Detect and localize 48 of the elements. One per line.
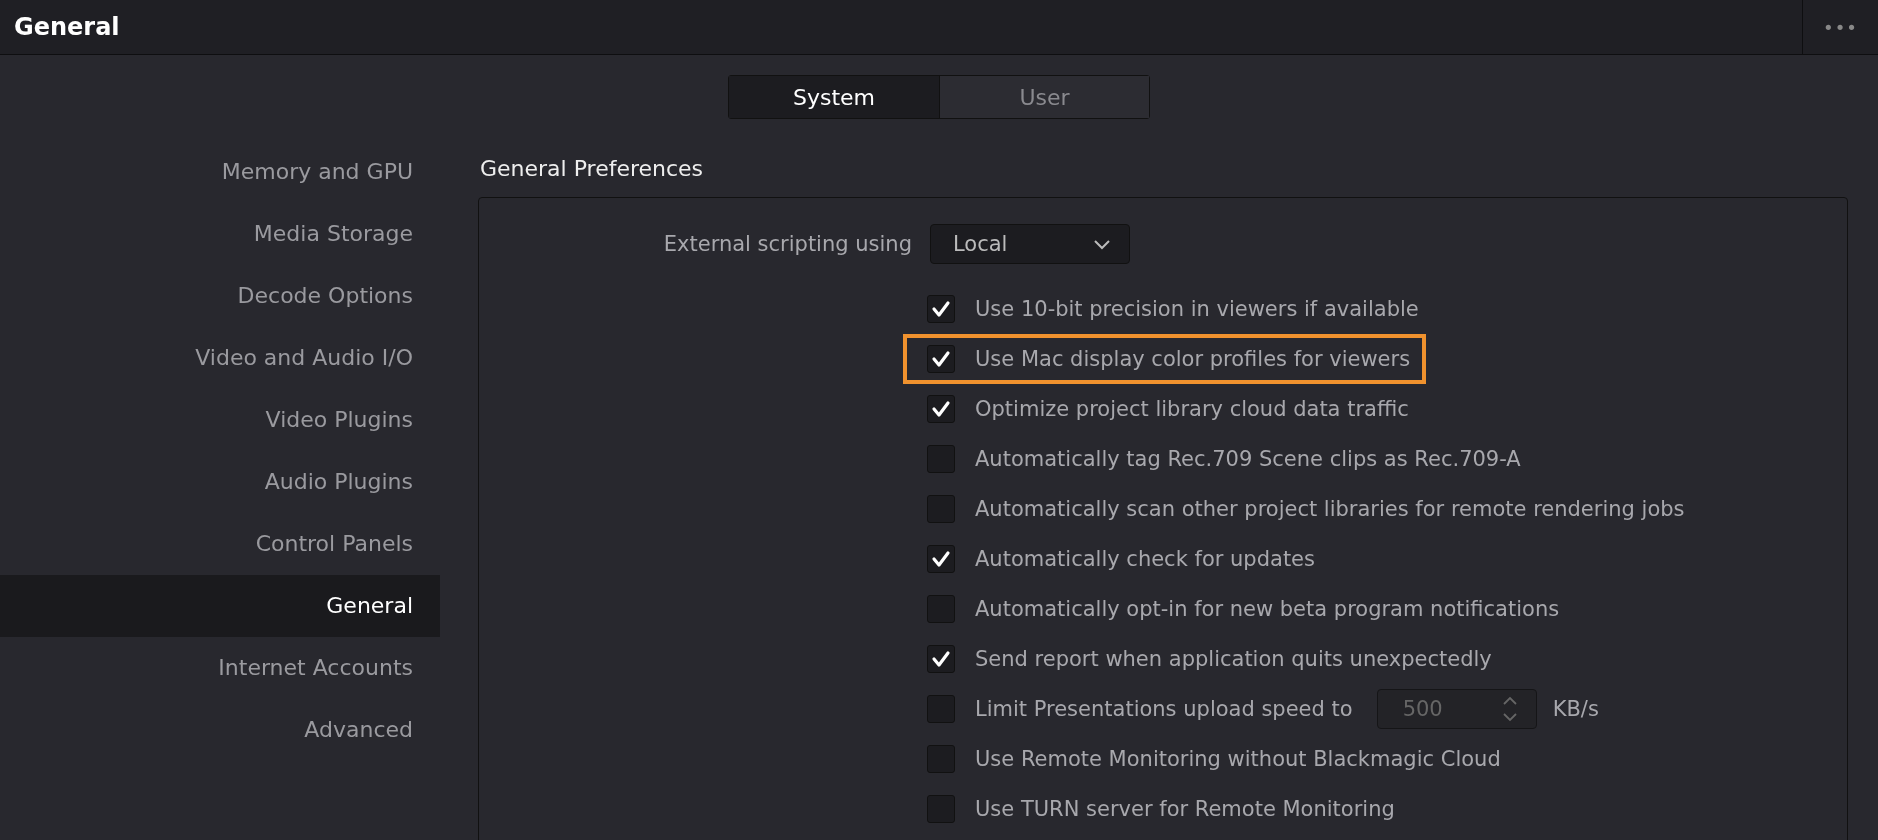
checkbox[interactable] [927,445,955,473]
tab[interactable]: User [939,76,1149,118]
sidebar-item[interactable]: Video and Audio I/O [0,327,440,389]
stepper-arrows-icon[interactable] [1501,696,1518,722]
number-field[interactable]: 500 [1376,689,1537,729]
checkmark-icon [931,300,951,318]
checkbox-label: Limit Presentations upload speed to [975,697,1353,721]
scripting-dropdown[interactable]: Local [930,224,1130,264]
checkbox[interactable] [927,695,955,723]
sidebar-item[interactable]: General [0,575,440,637]
checkbox-label: Automatically opt-in for new beta program notifications [975,597,1560,621]
checkbox[interactable] [927,395,955,423]
checkbox[interactable] [927,495,955,523]
checkbox[interactable] [927,595,955,623]
sidebar-item[interactable]: Audio Plugins [0,451,440,513]
window-title: General [13,13,120,41]
checkbox[interactable] [927,545,955,573]
checkbox-label: Optimize project library cloud data traffic [975,397,1409,421]
sidebar-item[interactable]: Decode Options [0,265,440,327]
checkbox[interactable] [927,745,955,773]
section-title: General Preferences [479,155,705,183]
unit-label: KB/s [1552,697,1599,721]
checkbox-label: Use Mac display color profiles for viewers [975,347,1411,371]
field-label: External scripting using [662,232,912,256]
checkbox-label: Send report when application quits unexpectedly [975,647,1492,671]
checkbox[interactable] [927,795,955,823]
checkbox-label: Use TURN server for Remote Monitoring [975,797,1395,821]
checkbox-label: Use Remote Monitoring without Blackmagic Cloud [975,747,1501,771]
checkbox-label: Automatically tag Rec.709 Scene clips as Rec.709-A [975,447,1521,471]
sidebar-item[interactable]: Media Storage [0,203,440,265]
checkbox-label: Automatically check for updates [975,547,1315,571]
more-options-button[interactable]: ••• [1802,0,1878,54]
checkbox[interactable] [927,645,955,673]
sidebar-item[interactable]: Memory and GPU [0,141,440,203]
tab[interactable]: System [729,76,939,118]
sidebar-item[interactable]: Video Plugins [0,389,440,451]
checkmark-icon [931,350,951,368]
checkbox[interactable] [927,295,955,323]
sidebar-item[interactable]: Advanced [0,699,440,761]
checkmark-icon [931,650,951,668]
sidebar-item[interactable]: Control Panels [0,513,440,575]
sidebar-item[interactable]: Internet Accounts [0,637,440,699]
checkbox-label: Use 10-bit precision in viewers if available [975,297,1419,321]
checkmark-icon [931,550,951,568]
checkbox[interactable] [927,345,955,373]
checkmark-icon [931,400,951,418]
chevron-down-icon [1093,238,1111,250]
checkbox-label: Automatically scan other project libraries for remote rendering jobs [975,497,1685,521]
